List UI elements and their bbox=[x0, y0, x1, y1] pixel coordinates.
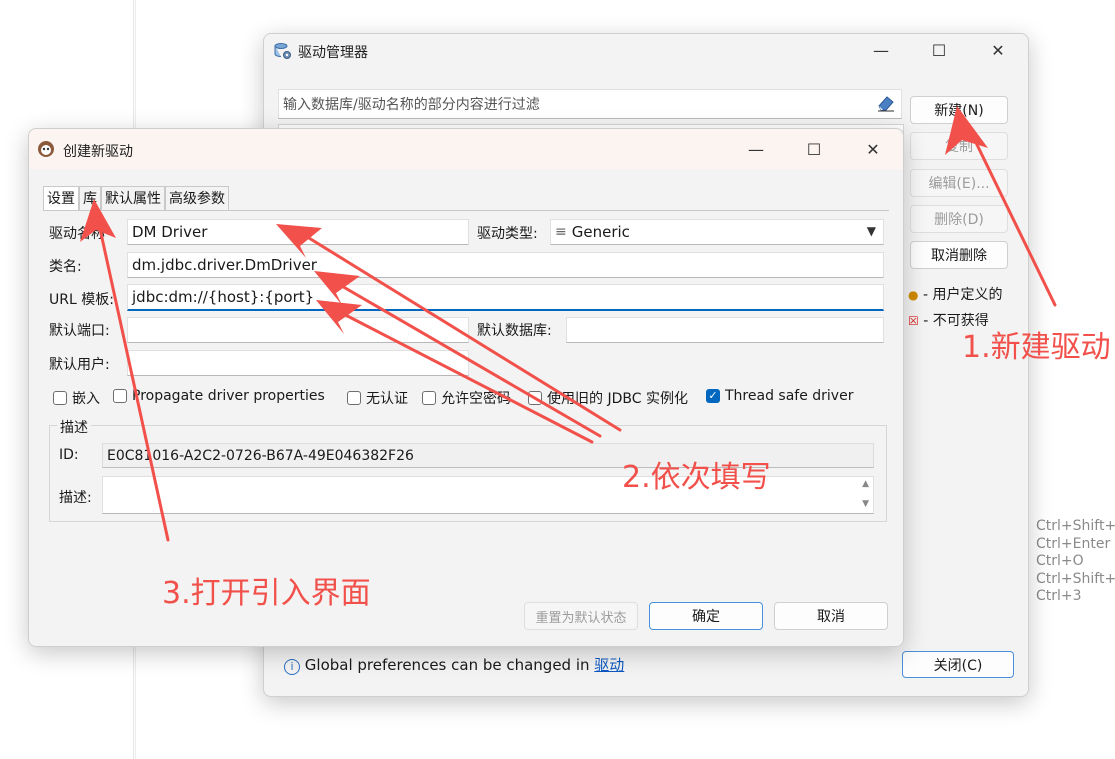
checkbox-label: 允许空密码 bbox=[441, 391, 511, 407]
driver-name-value: DM Driver bbox=[132, 223, 208, 241]
legend-user-defined-label: - 用户定义的 bbox=[922, 287, 1003, 303]
checkbox[interactable] bbox=[422, 391, 436, 405]
class-name-value: dm.jdbc.driver.DmDriver bbox=[132, 256, 317, 274]
driver-type-select[interactable]: ≡ Generic ▼ bbox=[550, 219, 884, 245]
tab-advanced-params[interactable]: 高级参数 bbox=[165, 186, 229, 210]
edit-driver-button[interactable]: 编辑(E)... bbox=[910, 169, 1008, 197]
url-template-input[interactable]: jdbc:dm://{host}:{port} bbox=[127, 284, 884, 311]
default-user-label: 默认用户: bbox=[49, 357, 110, 373]
database-icon: ≡ bbox=[555, 224, 567, 240]
shortcut-list: Ctrl+Shift+ Ctrl+Enter Ctrl+O Ctrl+Shift… bbox=[1036, 518, 1115, 606]
class-name-label: 类名: bbox=[49, 259, 82, 275]
info-icon: i bbox=[284, 659, 300, 675]
maximize-icon[interactable]: ☐ bbox=[916, 36, 962, 66]
preferences-link[interactable]: 驱动 bbox=[594, 656, 624, 674]
checkbox-embedded[interactable]: 嵌入 bbox=[53, 388, 100, 408]
default-db-input[interactable] bbox=[566, 317, 884, 343]
annotation-step1: 1.新建驱动 bbox=[962, 330, 1111, 365]
tab-default-properties[interactable]: 默认属性 bbox=[101, 186, 165, 210]
chevron-down-icon: ▼ bbox=[866, 224, 876, 238]
id-value: E0C81016-A2C2-0726-B67A-49E046382F26 bbox=[107, 447, 414, 464]
checkbox-allow-empty-password[interactable]: 允许空密码 bbox=[422, 388, 511, 408]
tab-settings[interactable]: 设置 bbox=[43, 186, 79, 210]
checkbox-thread-safe[interactable]: ✓ Thread safe driver bbox=[706, 388, 853, 404]
annotation-step3: 3.打开引入界面 bbox=[162, 576, 371, 611]
driver-type-value: Generic bbox=[571, 223, 630, 241]
checkbox[interactable] bbox=[347, 391, 361, 405]
checkbox[interactable]: ✓ bbox=[706, 389, 720, 403]
tab-libraries[interactable]: 库 bbox=[79, 186, 101, 210]
ok-button[interactable]: 确定 bbox=[649, 602, 763, 630]
default-port-input[interactable] bbox=[127, 317, 469, 343]
tab-divider bbox=[43, 210, 889, 211]
minimize-icon[interactable]: — bbox=[858, 36, 904, 66]
class-name-input[interactable]: dm.jdbc.driver.DmDriver bbox=[127, 252, 884, 278]
maximize-icon[interactable]: ☐ bbox=[791, 135, 837, 165]
cancel-delete-button[interactable]: 取消删除 bbox=[910, 241, 1008, 269]
checkbox[interactable] bbox=[528, 391, 542, 405]
unavailable-icon: ☒ bbox=[908, 314, 919, 328]
driver-type-label: 驱动类型: bbox=[477, 226, 538, 242]
database-gear-icon bbox=[274, 42, 292, 64]
checkbox-label: 无认证 bbox=[366, 391, 408, 407]
legend-user-defined: ● - 用户定义的 bbox=[908, 284, 1002, 304]
default-user-input[interactable] bbox=[127, 350, 469, 376]
annotation-step2: 2.依次填写 bbox=[622, 460, 771, 495]
checkbox-legacy-jdbc[interactable]: 使用旧的 JDBC 实例化 bbox=[528, 388, 688, 408]
close-icon[interactable]: ✕ bbox=[850, 135, 896, 165]
checkbox[interactable] bbox=[113, 389, 127, 403]
shortcut-item: Ctrl+3 bbox=[1036, 588, 1082, 605]
checkbox-label: Thread safe driver bbox=[725, 388, 854, 404]
url-template-label: URL 模板: bbox=[49, 292, 114, 308]
filter-placeholder: 输入数据库/驱动名称的部分内容进行过滤 bbox=[283, 97, 540, 113]
checkbox[interactable] bbox=[53, 391, 67, 405]
cancel-button[interactable]: 取消 bbox=[774, 602, 888, 630]
shortcut-item: Ctrl+Shift+ bbox=[1036, 518, 1115, 534]
id-label: ID: bbox=[59, 447, 79, 463]
shortcut-item: Ctrl+Shift+ bbox=[1036, 570, 1115, 587]
close-icon[interactable]: ✕ bbox=[975, 36, 1021, 66]
driver-name-label: 驱动名称 bbox=[49, 226, 105, 242]
driver-filter-input[interactable]: 输入数据库/驱动名称的部分内容进行过滤 bbox=[278, 89, 902, 119]
url-template-value: jdbc:dm://{host}:{port} bbox=[132, 288, 315, 306]
default-port-label: 默认端口: bbox=[49, 323, 110, 339]
app-logo-icon bbox=[37, 140, 55, 162]
new-driver-button[interactable]: 新建(N) bbox=[910, 96, 1008, 124]
close-manager-button[interactable]: 关闭(C) bbox=[902, 651, 1014, 678]
shortcut-item: Ctrl+O bbox=[1036, 553, 1084, 570]
checkbox-label: 嵌入 bbox=[72, 391, 100, 407]
copy-driver-button[interactable]: 复制 bbox=[910, 132, 1008, 160]
footer-info: i Global preferences can be changed in 驱… bbox=[284, 654, 624, 675]
shortcut-item: Ctrl+Enter bbox=[1036, 535, 1111, 552]
minimize-icon[interactable]: — bbox=[733, 135, 779, 165]
user-defined-icon: ● bbox=[908, 288, 919, 302]
dialog-title: 创建新驱动 bbox=[63, 144, 133, 160]
scroll-up-icon[interactable]: ▲ bbox=[862, 479, 869, 489]
delete-driver-button[interactable]: 删除(D) bbox=[910, 205, 1008, 233]
checkbox-label: Propagate driver properties bbox=[132, 388, 325, 404]
create-driver-dialog: 创建新驱动 — ☐ ✕ 设置 库 默认属性 高级参数 驱动名称 DM Drive… bbox=[28, 128, 904, 647]
default-db-label: 默认数据库: bbox=[477, 323, 552, 339]
checkbox-no-auth[interactable]: 无认证 bbox=[347, 388, 408, 408]
eraser-icon[interactable] bbox=[876, 94, 896, 116]
reset-defaults-button[interactable]: 重置为默认状态 bbox=[524, 602, 638, 630]
description-group-title: 描述 bbox=[57, 417, 91, 437]
window-title: 驱动管理器 bbox=[298, 45, 368, 61]
description-label: 描述: bbox=[59, 490, 92, 506]
checkbox-label: 使用旧的 JDBC 实例化 bbox=[547, 391, 688, 407]
tab-bar: 设置 库 默认属性 高级参数 bbox=[43, 186, 229, 210]
footer-text: Global preferences can be changed in bbox=[304, 656, 595, 674]
scroll-down-icon[interactable]: ▼ bbox=[862, 499, 869, 509]
driver-name-input[interactable]: DM Driver bbox=[127, 219, 469, 245]
checkbox-propagate[interactable]: Propagate driver properties bbox=[113, 388, 325, 404]
